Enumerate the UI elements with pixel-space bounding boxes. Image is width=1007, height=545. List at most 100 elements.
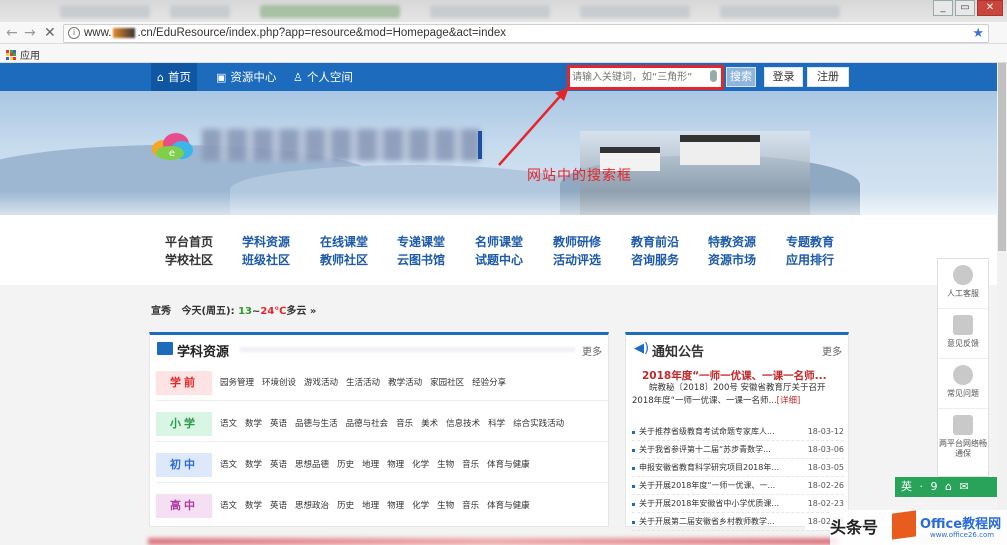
- subject-link[interactable]: 信息技术: [446, 417, 480, 429]
- subject-link[interactable]: 物理: [387, 458, 404, 470]
- subject-link[interactable]: 英语: [270, 417, 287, 429]
- subject-link[interactable]: 语文: [220, 417, 237, 429]
- browser-tab[interactable]: [720, 5, 840, 18]
- subject-link[interactable]: 品德与社会: [346, 417, 389, 429]
- subject-link[interactable]: 环境创设: [262, 376, 296, 388]
- subject-link[interactable]: 地理: [362, 458, 379, 470]
- subject-link[interactable]: 化学: [412, 458, 429, 470]
- menu-link[interactable]: 特教资源: [708, 233, 756, 251]
- apps-shortcut[interactable]: 应用: [6, 47, 40, 62]
- subject-link[interactable]: 思想政治: [295, 499, 329, 511]
- subject-link[interactable]: 数学: [245, 417, 262, 429]
- more-link[interactable]: 更多: [582, 343, 602, 358]
- scrollbar-thumb[interactable]: [998, 63, 1006, 251]
- subject-link[interactable]: 语文: [220, 458, 237, 470]
- notice-item[interactable]: 关于开展2018年安徽省中小学优质课... 18-02-23: [632, 495, 844, 513]
- ime-toolbar[interactable]: 英 · 9 ⌂ ✉: [895, 477, 1007, 497]
- subject-link[interactable]: 地理: [362, 499, 379, 511]
- search-input[interactable]: [570, 68, 708, 87]
- subject-link[interactable]: 思想品德: [295, 458, 329, 470]
- page-scrollbar[interactable]: [997, 63, 1007, 545]
- forward-arrow-icon[interactable]: →: [24, 24, 36, 42]
- browser-tab[interactable]: [260, 5, 400, 18]
- subject-link[interactable]: 生物: [437, 499, 454, 511]
- notice-item[interactable]: 申报安徽省教育科学研究项目2018年... 18-03-05: [632, 459, 844, 477]
- subject-link[interactable]: 数学: [245, 458, 262, 470]
- subject-link[interactable]: 数学: [245, 499, 262, 511]
- menu-link[interactable]: 专题教育: [786, 233, 834, 251]
- microphone-icon[interactable]: [710, 70, 717, 82]
- browser-tab[interactable]: [60, 5, 150, 18]
- subject-link[interactable]: 家园社区: [430, 376, 464, 388]
- sidebar-item-feedback[interactable]: 意见反馈: [938, 309, 988, 359]
- sidebar-item-faq[interactable]: 常见问题: [938, 359, 988, 409]
- subject-link[interactable]: 游戏活动: [304, 376, 338, 388]
- bookmark-star-icon[interactable]: ★: [972, 24, 984, 41]
- subject-link[interactable]: 语文: [220, 499, 237, 511]
- notice-more-link[interactable]: 更多: [822, 343, 842, 358]
- subject-link[interactable]: 英语: [270, 458, 287, 470]
- menu-link[interactable]: 教育前沿: [631, 233, 679, 251]
- notice-item[interactable]: 关于开展第二届安徽省乡村教师教学... 18-02-08: [632, 513, 844, 531]
- menu-link[interactable]: 专递课堂: [397, 233, 445, 251]
- browser-tab[interactable]: [170, 5, 230, 18]
- subject-link[interactable]: 体育与健康: [487, 458, 530, 470]
- subject-link[interactable]: 音乐: [462, 499, 479, 511]
- menu-link[interactable]: 平台首页: [165, 233, 213, 251]
- menu-link[interactable]: 在线课堂: [320, 233, 368, 251]
- subject-link[interactable]: 音乐: [396, 417, 413, 429]
- subject-link[interactable]: 经验分享: [472, 376, 506, 388]
- subject-link[interactable]: 物理: [387, 499, 404, 511]
- subject-link[interactable]: 综合实践活动: [513, 417, 564, 429]
- menu-link[interactable]: 学科资源: [242, 233, 290, 251]
- menu-link[interactable]: 教师研修: [553, 233, 601, 251]
- notice-item[interactable]: 关于推荐省级教育考试命题专家库人... 18-03-12: [632, 423, 844, 441]
- restore-button[interactable]: ▭: [955, 0, 975, 16]
- subject-link[interactable]: 生物: [437, 458, 454, 470]
- site-info-icon[interactable]: i: [68, 27, 80, 39]
- menu-link[interactable]: 试题中心: [475, 251, 523, 269]
- subject-tag[interactable]: 高中: [156, 494, 212, 518]
- back-arrow-icon[interactable]: ←: [6, 24, 18, 42]
- subject-link[interactable]: 音乐: [462, 458, 479, 470]
- subject-link[interactable]: 教学活动: [388, 376, 422, 388]
- subject-link[interactable]: 化学: [412, 499, 429, 511]
- sidebar-item-network[interactable]: 两平台网络畅通保: [938, 409, 988, 459]
- menu-link[interactable]: 咨询服务: [631, 251, 679, 269]
- subject-link[interactable]: 历史: [337, 499, 354, 511]
- subject-link[interactable]: 生活活动: [346, 376, 380, 388]
- notice-item[interactable]: 关于开展2018年度“一师一优课、一... 18-02-26: [632, 477, 844, 495]
- subject-link[interactable]: 美术: [421, 417, 438, 429]
- subject-link[interactable]: 品德与生活: [295, 417, 338, 429]
- nav-personal-space[interactable]: ♙ 个人空间: [287, 63, 359, 91]
- menu-link[interactable]: 名师课堂: [475, 233, 523, 251]
- menu-link[interactable]: 教师社区: [320, 251, 368, 269]
- close-window-button[interactable]: ✕: [977, 0, 1003, 16]
- subject-tag[interactable]: 学前: [156, 371, 212, 395]
- subject-link[interactable]: 体育与健康: [487, 499, 530, 511]
- featured-notice-title[interactable]: 2018年度“一师一优课、一课一名师...: [642, 368, 827, 383]
- login-button[interactable]: 登录: [764, 67, 803, 87]
- menu-link[interactable]: 云图书馆: [397, 251, 445, 269]
- menu-link[interactable]: 班级社区: [242, 251, 290, 269]
- nav-home[interactable]: ⌂ 首页: [151, 63, 197, 91]
- weather-cond[interactable]: 多云 »: [286, 306, 316, 317]
- search-button[interactable]: 搜索: [726, 67, 756, 87]
- browser-tab[interactable]: [430, 5, 550, 18]
- subject-link[interactable]: 园务管理: [220, 376, 254, 388]
- menu-link[interactable]: 资源市场: [708, 251, 756, 269]
- url-input[interactable]: i www. .cn/EduResource/index.php?app=reso…: [63, 24, 989, 43]
- register-button[interactable]: 注册: [807, 67, 849, 87]
- browser-tab[interactable]: [580, 5, 690, 18]
- details-link[interactable]: [详细]: [777, 396, 801, 406]
- menu-link[interactable]: 活动评选: [553, 251, 601, 269]
- subject-link[interactable]: 历史: [337, 458, 354, 470]
- notice-item[interactable]: 关于我省参评第十二届“苏步青数学... 18-03-06: [632, 441, 844, 459]
- menu-link[interactable]: 应用排行: [786, 251, 834, 269]
- stop-loading-icon[interactable]: ✕: [44, 24, 56, 42]
- subject-tag[interactable]: 小学: [156, 412, 212, 436]
- subject-tag[interactable]: 初中: [156, 453, 212, 477]
- menu-link[interactable]: 学校社区: [165, 251, 213, 269]
- subject-link[interactable]: 英语: [270, 499, 287, 511]
- subject-link[interactable]: 科学: [488, 417, 505, 429]
